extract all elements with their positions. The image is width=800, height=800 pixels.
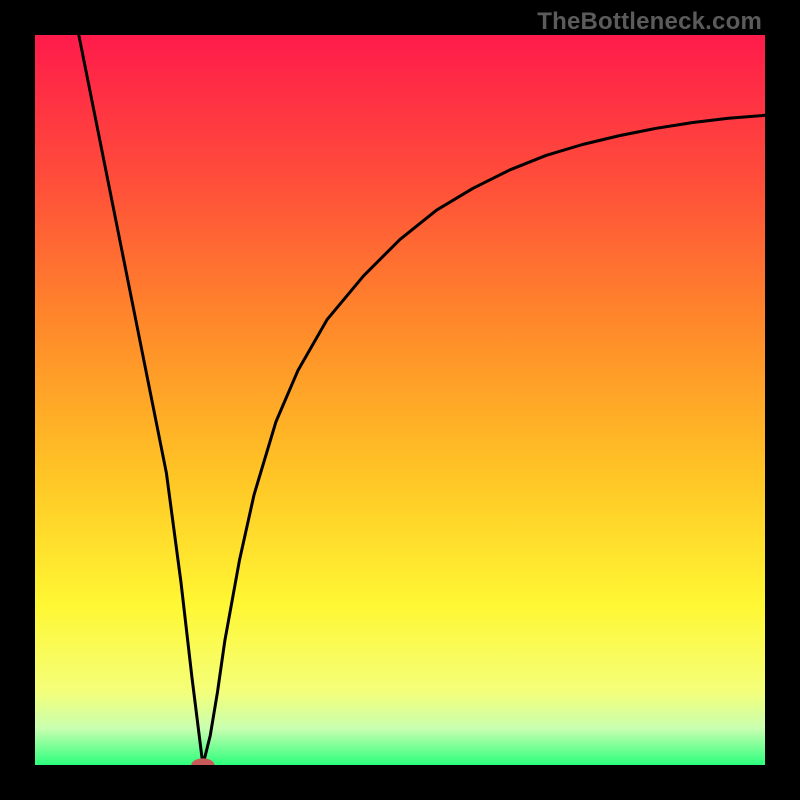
bottleneck-chart (35, 35, 765, 765)
watermark-text: TheBottleneck.com (537, 8, 762, 36)
chart-frame (35, 35, 765, 765)
gradient-background (35, 35, 765, 765)
